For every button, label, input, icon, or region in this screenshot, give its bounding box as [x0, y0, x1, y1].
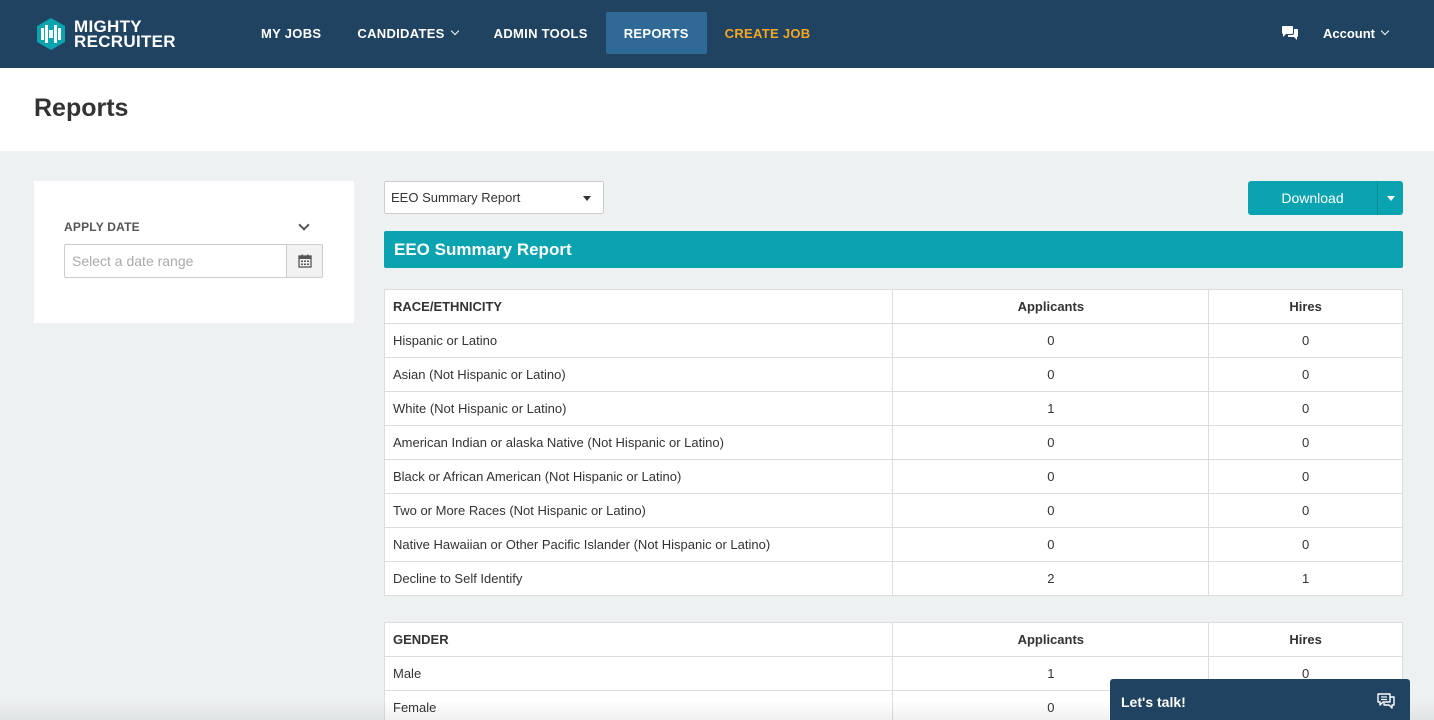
column-header: Hires: [1208, 622, 1403, 657]
column-header: Hires: [1208, 289, 1403, 324]
nav-admin-tools-label: ADMIN TOOLS: [493, 25, 588, 41]
table-cell: Hispanic or Latino: [383, 323, 894, 358]
table-header-row: GENDER Applicants Hires: [383, 622, 1403, 657]
table-cell: Asian (Not Hispanic or Latino): [383, 357, 894, 392]
table-cell: 0: [1208, 357, 1403, 392]
table-cell: 0: [892, 357, 1210, 392]
calendar-icon: [297, 254, 312, 268]
chat-widget[interactable]: Let's talk!: [1110, 679, 1410, 720]
speech-bubbles-icon: [1377, 693, 1395, 709]
table-cell: American Indian or alaska Native (Not Hi…: [383, 425, 894, 460]
nav-candidates[interactable]: CANDIDATES: [339, 12, 475, 54]
table-cell: 0: [892, 527, 1210, 562]
report-type-value: EEO Summary Report: [391, 190, 521, 205]
logo-text: MIGHTY RECRUITER: [74, 18, 176, 51]
nav-reports[interactable]: REPORTS: [605, 12, 707, 54]
main-nav: MY JOBS CANDIDATES ADMIN TOOLS REPORTS C…: [243, 12, 829, 54]
table-cell: 0: [892, 459, 1210, 494]
table-cell: 0: [892, 425, 1210, 460]
table-cell: 1: [1208, 561, 1403, 596]
nav-reports-label: REPORTS: [623, 25, 689, 41]
table-row: Hispanic or Latino 0 0: [383, 323, 1403, 358]
logo-line-2: RECRUITER: [74, 32, 176, 51]
column-header: GENDER: [383, 622, 894, 657]
page-header: Reports: [0, 68, 1434, 151]
nav-candidates-label: CANDIDATES: [357, 25, 445, 41]
apply-date-label: APPLY DATE: [64, 220, 140, 234]
table-row: Native Hawaiian or Other Pacific Islande…: [383, 527, 1403, 562]
table-cell: Male: [383, 656, 894, 691]
table-row: Black or African American (Not Hispanic …: [383, 459, 1403, 494]
chevron-down-icon[interactable]: [298, 219, 310, 231]
table-row: Decline to Self Identify 2 1: [383, 561, 1403, 596]
report-banner: EEO Summary Report: [384, 231, 1403, 268]
table-row: Asian (Not Hispanic or Latino) 0 0: [383, 357, 1403, 392]
table-cell: 0: [892, 323, 1210, 358]
filter-panel: APPLY DATE: [34, 181, 354, 323]
account-menu[interactable]: Account: [1323, 25, 1390, 41]
chat-bubbles-icon[interactable]: [1281, 25, 1299, 41]
account-label: Account: [1323, 25, 1375, 41]
table-cell: 0: [1208, 493, 1403, 528]
table-cell: Female: [383, 690, 894, 720]
chevron-down-icon: [1380, 26, 1390, 36]
nav-create-job[interactable]: CREATE JOB: [707, 12, 829, 54]
column-header: Applicants: [892, 289, 1210, 324]
report-type-select[interactable]: EEO Summary Report: [384, 181, 604, 214]
download-options-toggle[interactable]: [1377, 181, 1403, 215]
column-header: Applicants: [892, 622, 1210, 657]
chat-widget-label: Let's talk!: [1121, 693, 1186, 710]
download-button[interactable]: Download: [1248, 181, 1377, 215]
caret-down-icon: [583, 196, 591, 201]
table-row: Two or More Races (Not Hispanic or Latin…: [383, 493, 1403, 528]
page-title: Reports: [34, 94, 129, 122]
table-cell: 0: [1208, 391, 1403, 426]
table-cell: 0: [1208, 425, 1403, 460]
table-cell: 2: [892, 561, 1210, 596]
table-cell: Decline to Self Identify: [383, 561, 894, 596]
calendar-button[interactable]: [286, 244, 323, 278]
table-cell: 0: [1208, 459, 1403, 494]
date-range-input[interactable]: [64, 244, 286, 278]
table-cell: 0: [1208, 323, 1403, 358]
table-cell: Black or African American (Not Hispanic …: [383, 459, 894, 494]
nav-admin-tools[interactable]: ADMIN TOOLS: [476, 12, 606, 54]
table-cell: 0: [892, 493, 1210, 528]
nav-my-jobs-label: MY JOBS: [261, 25, 322, 41]
download-button-group: Download: [1248, 181, 1403, 215]
table-cell: White (Not Hispanic or Latino): [383, 391, 894, 426]
caret-down-icon: [1386, 195, 1395, 201]
column-header: RACE/ETHNICITY: [383, 289, 894, 324]
mr-hexagon-logo-icon: [37, 18, 65, 50]
table-cell: Native Hawaiian or Other Pacific Islande…: [383, 527, 894, 562]
top-navbar: MIGHTY RECRUITER MY JOBS CANDIDATES ADMI…: [0, 0, 1434, 68]
nav-right: Account: [1281, 12, 1390, 54]
nav-my-jobs[interactable]: MY JOBS: [243, 12, 339, 54]
logo[interactable]: MIGHTY RECRUITER: [34, 17, 176, 51]
nav-create-job-label: CREATE JOB: [724, 25, 811, 41]
table-cell: 1: [892, 391, 1210, 426]
table-header-row: RACE/ETHNICITY Applicants Hires: [383, 289, 1403, 324]
table-row: American Indian or alaska Native (Not Hi…: [383, 425, 1403, 460]
chevron-down-icon: [450, 26, 459, 36]
table-cell: Two or More Races (Not Hispanic or Latin…: [383, 493, 894, 528]
table-cell: 0: [1208, 527, 1403, 562]
race-ethnicity-table: RACE/ETHNICITY Applicants Hires Hispanic…: [383, 289, 1403, 596]
table-row: White (Not Hispanic or Latino) 1 0: [383, 391, 1403, 426]
